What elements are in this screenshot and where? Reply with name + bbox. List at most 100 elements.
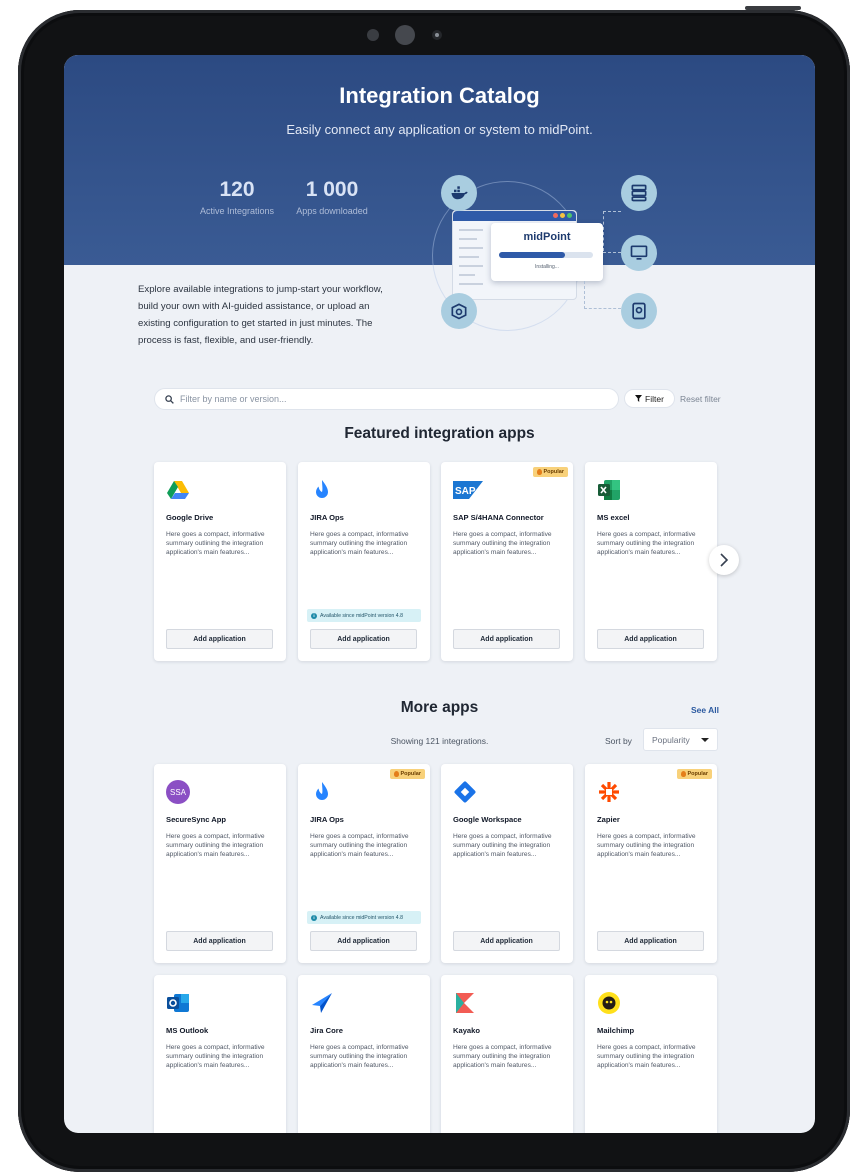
app-card-ms-outlook[interactable]: MS Outlook Here goes a compact, informat…	[154, 975, 286, 1133]
card-description: Here goes a compact, informative summary…	[453, 531, 552, 557]
camera-lens	[395, 25, 415, 45]
sort-select[interactable]: Popularity	[643, 728, 718, 751]
info-icon: i	[311, 914, 317, 921]
carousel-next-button[interactable]	[709, 545, 739, 575]
chevron-right-icon	[720, 553, 729, 567]
add-application-button[interactable]: Add application	[597, 931, 704, 951]
add-application-button[interactable]: Add application	[453, 931, 560, 951]
featured-section-title: Featured integration apps	[344, 425, 535, 442]
app-card-jira-ops[interactable]: Popular JIRA Ops Here goes a compact, in…	[298, 764, 430, 963]
card-name: Google Drive	[166, 513, 214, 522]
app-card-google-workspace[interactable]: Google Workspace Here goes a compact, in…	[441, 764, 573, 963]
featured-card-ms-excel[interactable]: MS excel Here goes a compact, informativ…	[585, 462, 717, 661]
availability-note: i Available since midPoint version 4.8	[307, 609, 421, 622]
monitor-icon	[621, 235, 657, 271]
search-bar[interactable]	[154, 388, 619, 410]
featured-card-jira-ops[interactable]: JIRA Ops Here goes a compact, informativ…	[298, 462, 430, 661]
stat-label: Active Integrations	[199, 206, 275, 216]
zapier-icon	[599, 782, 619, 802]
flame-icon	[393, 771, 399, 777]
camera-bar	[367, 25, 447, 46]
server-icon	[621, 175, 657, 211]
card-description: Here goes a compact, informative summary…	[310, 1044, 409, 1070]
card-name: Jira Core	[310, 1026, 343, 1035]
add-application-button[interactable]: Add application	[310, 931, 417, 951]
reset-filter-link[interactable]: Reset filter	[680, 394, 721, 404]
availability-text: Available since midPoint version 4.8	[320, 612, 403, 619]
google-workspace-icon	[454, 781, 476, 803]
card-name: Kayako	[453, 1026, 481, 1035]
app-card-mailchimp[interactable]: Mailchimp Here goes a compact, informati…	[585, 975, 717, 1133]
featured-card-sap[interactable]: Popular SAP SAP S/4HANA Connector Here g…	[441, 462, 573, 661]
stat-value: 120	[219, 178, 255, 201]
card-name: Mailchimp	[597, 1026, 635, 1035]
card-name: MS excel	[597, 513, 630, 522]
stat-apps-downloaded: 1 000 Apps downloaded	[292, 178, 372, 216]
google-drive-icon	[167, 481, 189, 499]
outlook-icon	[167, 994, 189, 1012]
popular-badge: Popular	[676, 769, 712, 779]
card-description: Here goes a compact, informative summary…	[310, 833, 409, 859]
sort-label: Sort by	[605, 736, 632, 746]
jira-ops-icon	[316, 480, 328, 498]
card-name: JIRA Ops	[310, 815, 344, 824]
card-description: Here goes a compact, informative summary…	[166, 531, 265, 557]
see-all-link[interactable]: See All	[691, 705, 719, 715]
app-card-zapier[interactable]: Popular Zapier Here goes a compact, info…	[585, 764, 717, 963]
sort-value: Popularity	[652, 734, 690, 745]
card-description: Here goes a compact, informative summary…	[453, 833, 552, 859]
app-card-kayako[interactable]: Kayako Here goes a compact, informative …	[441, 975, 573, 1133]
chevron-down-icon	[701, 737, 709, 742]
add-application-button[interactable]: Add application	[166, 629, 273, 649]
sap-icon: SAP	[453, 481, 483, 499]
card-name: Google Workspace	[453, 815, 522, 824]
intro-text: Explore available integrations to jump-s…	[138, 284, 383, 346]
card-description: Here goes a compact, informative summary…	[453, 1044, 552, 1070]
card-name: MS Outlook	[166, 1026, 209, 1035]
jira-ops-icon	[316, 782, 328, 800]
stat-active-integrations: 120 Active Integrations	[197, 178, 277, 216]
add-application-button[interactable]: Add application	[166, 931, 273, 951]
connector-line	[603, 211, 621, 251]
mailchimp-icon	[598, 992, 620, 1014]
install-progress-bar	[499, 252, 593, 258]
app-card-securesync[interactable]: SSA SecureSync App Here goes a compact, …	[154, 764, 286, 963]
featured-card-google-drive[interactable]: Google Drive Here goes a compact, inform…	[154, 462, 286, 661]
page-subtitle: Easily connect any application or system…	[286, 122, 593, 137]
midpoint-logo: midPoint	[523, 231, 571, 243]
card-name: JIRA Ops	[310, 513, 344, 522]
flame-icon	[536, 469, 542, 475]
page-title: Integration Catalog	[339, 83, 540, 108]
excel-icon	[598, 480, 620, 500]
sensor-dot	[367, 29, 379, 41]
flame-icon	[680, 771, 686, 777]
app-card-jira-core[interactable]: Jira Core Here goes a compact, informati…	[298, 975, 430, 1133]
hero-illustration: midPoint Installing...	[424, 173, 674, 348]
popular-badge: Popular	[532, 467, 568, 477]
connector-line	[584, 281, 621, 309]
card-description: Here goes a compact, informative summary…	[597, 1044, 696, 1070]
add-application-button[interactable]: Add application	[310, 629, 417, 649]
jira-core-icon	[312, 993, 332, 1013]
kayako-icon	[456, 993, 474, 1013]
popular-label: Popular	[400, 771, 421, 777]
card-description: Here goes a compact, informative summary…	[166, 833, 265, 859]
stat-label: Apps downloaded	[296, 206, 368, 216]
card-description: Here goes a compact, informative summary…	[166, 1044, 265, 1070]
filter-icon	[635, 395, 643, 402]
popular-label: Popular	[687, 771, 708, 777]
search-icon	[165, 394, 174, 404]
card-name: Zapier	[597, 815, 620, 824]
front-camera	[432, 30, 442, 40]
search-input[interactable]	[180, 394, 600, 404]
popular-badge: Popular	[389, 769, 425, 779]
connector-line	[603, 252, 621, 253]
install-dialog: midPoint Installing...	[491, 223, 603, 281]
card-description: Here goes a compact, informative summary…	[597, 531, 696, 557]
stat-value: 1 000	[305, 178, 359, 201]
card-name: SecureSync App	[166, 815, 227, 824]
add-application-button[interactable]: Add application	[453, 629, 560, 649]
popular-label: Popular	[543, 469, 564, 475]
add-application-button[interactable]: Add application	[597, 629, 704, 649]
filter-button[interactable]: Filter	[624, 389, 675, 408]
